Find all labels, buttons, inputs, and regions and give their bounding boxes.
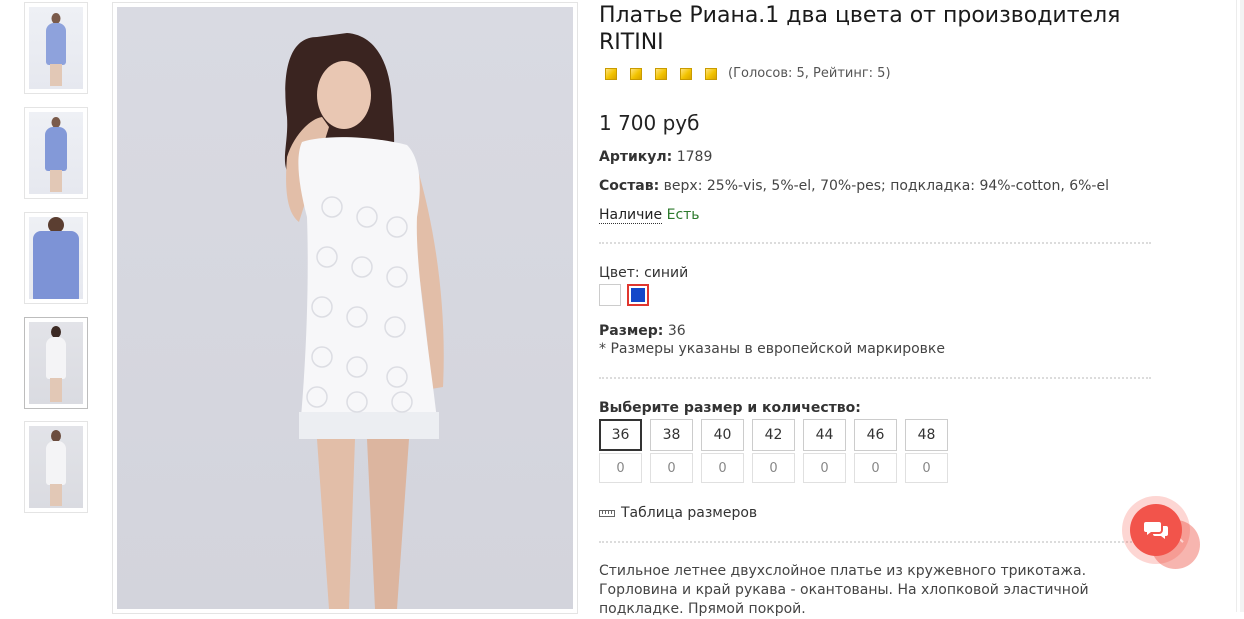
product-description: Стильное летнее двухслойное платье из кр… (599, 563, 1089, 617)
size-option: 44 (803, 419, 846, 483)
article-label: Артикул: (599, 149, 673, 165)
composition-label: Состав: (599, 178, 660, 194)
size-button-38[interactable]: 38 (650, 419, 693, 451)
thumbnail-4[interactable] (24, 317, 88, 409)
rating-summary: (Голосов: 5, Рейтинг: 5) (728, 66, 891, 81)
star-icon[interactable] (680, 67, 692, 80)
availability-label[interactable]: Наличие (599, 207, 663, 224)
thumbnail-image (29, 112, 83, 194)
color-label: Цвет: (599, 265, 640, 281)
divider (599, 541, 1151, 543)
ruler-icon (599, 509, 615, 517)
quantity-input-46[interactable] (854, 453, 897, 483)
divider (599, 377, 1151, 379)
size-option: 46 (854, 419, 897, 483)
chat-bubbles-icon (1144, 522, 1168, 539)
quantity-input-36[interactable] (599, 453, 642, 483)
size-button-44[interactable]: 44 (803, 419, 846, 451)
star-icon[interactable] (705, 67, 717, 80)
page-edge (1236, 0, 1237, 612)
divider (599, 242, 1151, 244)
product-price: 1 700 руб (599, 111, 700, 135)
choose-size-label: Выберите размер и количество: (599, 400, 861, 416)
swatch-blue[interactable] (627, 284, 649, 306)
thumbnail-image (29, 7, 83, 89)
thumbnail-image (29, 217, 83, 299)
star-icon[interactable] (655, 67, 667, 80)
size-note: * Размеры указаны в европейской маркиров… (599, 341, 945, 357)
size-label: Размер: (599, 323, 664, 339)
color-value: синий (644, 265, 689, 281)
composition-value: верх: 25%-vis, 5%-el, 70%-pes; подкладка… (663, 178, 1109, 194)
color-swatches (599, 284, 649, 306)
quantity-input-42[interactable] (752, 453, 795, 483)
thumbnail-image (29, 322, 83, 404)
product-photo (117, 7, 573, 609)
product-title: Платье Риана.1 два цвета от производител… (599, 3, 1121, 55)
size-option: 38 (650, 419, 693, 483)
size-option: 42 (752, 419, 795, 483)
quantity-input-48[interactable] (905, 453, 948, 483)
size-value: 36 (667, 323, 686, 339)
size-button-36[interactable]: 36 (599, 419, 642, 451)
size-row: Размер: 36 (599, 323, 686, 339)
size-quantity-grid: 36 38 40 42 44 46 48 (599, 419, 948, 483)
quantity-input-40[interactable] (701, 453, 744, 483)
scrollbar[interactable] (1240, 0, 1244, 612)
availability-row: Наличие Есть (599, 207, 700, 224)
availability-value: Есть (666, 207, 700, 223)
thumbnail-5[interactable] (24, 421, 88, 513)
swatch-white[interactable] (599, 284, 621, 306)
size-option: 36 (599, 419, 642, 483)
rating: (Голосов: 5, Рейтинг: 5) (605, 66, 891, 81)
choose-size-text: Выберите размер и количество: (599, 400, 861, 416)
thumbnail-3[interactable] (24, 212, 88, 304)
size-button-40[interactable]: 40 (701, 419, 744, 451)
star-icon[interactable] (605, 67, 617, 80)
size-button-42[interactable]: 42 (752, 419, 795, 451)
thumbnail-image (29, 426, 83, 508)
size-button-48[interactable]: 48 (905, 419, 948, 451)
size-table-label: Таблица размеров (621, 505, 758, 521)
chat-button[interactable] (1122, 496, 1190, 564)
size-table-link[interactable]: Таблица размеров (599, 505, 757, 521)
size-option: 40 (701, 419, 744, 483)
size-button-46[interactable]: 46 (854, 419, 897, 451)
size-option: 48 (905, 419, 948, 483)
thumbnail-2[interactable] (24, 107, 88, 199)
quantity-input-38[interactable] (650, 453, 693, 483)
article-value: 1789 (676, 149, 713, 165)
star-icon[interactable] (630, 67, 642, 80)
article-row: Артикул: 1789 (599, 149, 712, 165)
color-row: Цвет: синий (599, 265, 688, 281)
thumbnail-1[interactable] (24, 2, 88, 94)
quantity-input-44[interactable] (803, 453, 846, 483)
composition-row: Состав: верх: 25%-vis, 5%-el, 70%-pes; п… (599, 178, 1109, 194)
main-product-image[interactable] (112, 2, 578, 614)
